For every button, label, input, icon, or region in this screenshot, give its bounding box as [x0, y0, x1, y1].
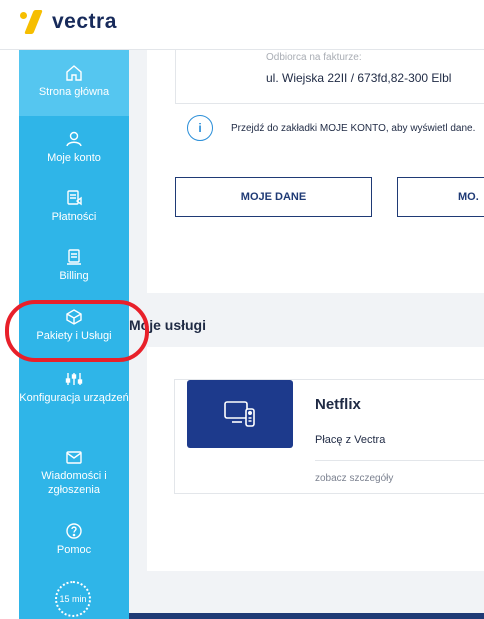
sidebar-item-help[interactable]: Pomoc — [19, 516, 129, 568]
highlight-annotation — [5, 300, 149, 362]
invoice-label: Odbiorca na fakturze: — [266, 52, 362, 63]
service-card-netflix[interactable]: Netflix Płacę z Vectra zobacz szczegóły — [174, 379, 484, 494]
my-account-button[interactable]: MO. — [397, 177, 484, 217]
info-icon: i — [187, 115, 213, 141]
logo-text: vectra — [52, 10, 117, 33]
service-name: Netflix — [315, 396, 361, 413]
session-timer: 15 min — [55, 581, 91, 617]
mail-icon — [66, 451, 82, 464]
sidebar-item-label: Konfiguracja urządzeń — [19, 392, 129, 404]
sidebar-item-home[interactable]: Strona główna — [19, 50, 129, 116]
service-details-link[interactable]: zobacz szczegóły — [315, 473, 393, 484]
sidebar-item-label: Płatności — [51, 211, 97, 223]
invoice-address: ul. Wiejska 22II / 673fd,82-300 Elbl — [266, 71, 452, 85]
sidebar-item-device-config[interactable]: Konfiguracja urządzeń — [19, 364, 129, 426]
account-summary-card: Odbiorca na fakturze: ul. Wiejska 22II /… — [147, 50, 484, 293]
services-panel: Netflix Płacę z Vectra zobacz szczegóły — [147, 347, 484, 571]
sidebar-item-payments[interactable]: Płatności — [19, 183, 129, 235]
sidebar-item-label: Pomoc — [56, 544, 92, 556]
sidebar-item-label: Moje konto — [47, 152, 101, 164]
my-data-button[interactable]: MOJE DANE — [175, 177, 372, 217]
sidebar-item-messages[interactable]: Wiadomości i zgłoszenia — [19, 442, 129, 504]
logo-mark-icon — [20, 10, 46, 34]
sidebar-item-account[interactable]: Moje konto — [19, 122, 129, 174]
divider — [315, 460, 484, 461]
help-icon — [66, 523, 82, 539]
sidebar-item-label: Billing — [59, 270, 89, 282]
top-bar: vectra — [0, 0, 484, 50]
footer-bar — [129, 613, 484, 619]
sliders-icon — [65, 373, 83, 385]
sidebar-item-label: Wiadomości i zgłoszenia — [41, 470, 107, 496]
billing-icon — [67, 249, 81, 265]
main-content: Odbiorca na fakturze: ul. Wiejska 22II /… — [129, 50, 484, 619]
sidebar-item-billing[interactable]: Billing — [19, 242, 129, 294]
payments-icon — [67, 190, 82, 206]
invoice-address-box: Odbiorca na fakturze: ul. Wiejska 22II /… — [175, 50, 484, 104]
service-subtitle: Płacę z Vectra — [315, 434, 386, 446]
sidebar-item-label: Strona główna — [38, 86, 110, 98]
info-message: Przejdź do zakładki MOJE KONTO, aby wyśw… — [231, 123, 476, 134]
home-icon — [66, 65, 82, 81]
vectra-logo[interactable]: vectra — [20, 10, 117, 34]
tv-remote-icon — [187, 380, 293, 448]
user-icon — [66, 131, 82, 147]
